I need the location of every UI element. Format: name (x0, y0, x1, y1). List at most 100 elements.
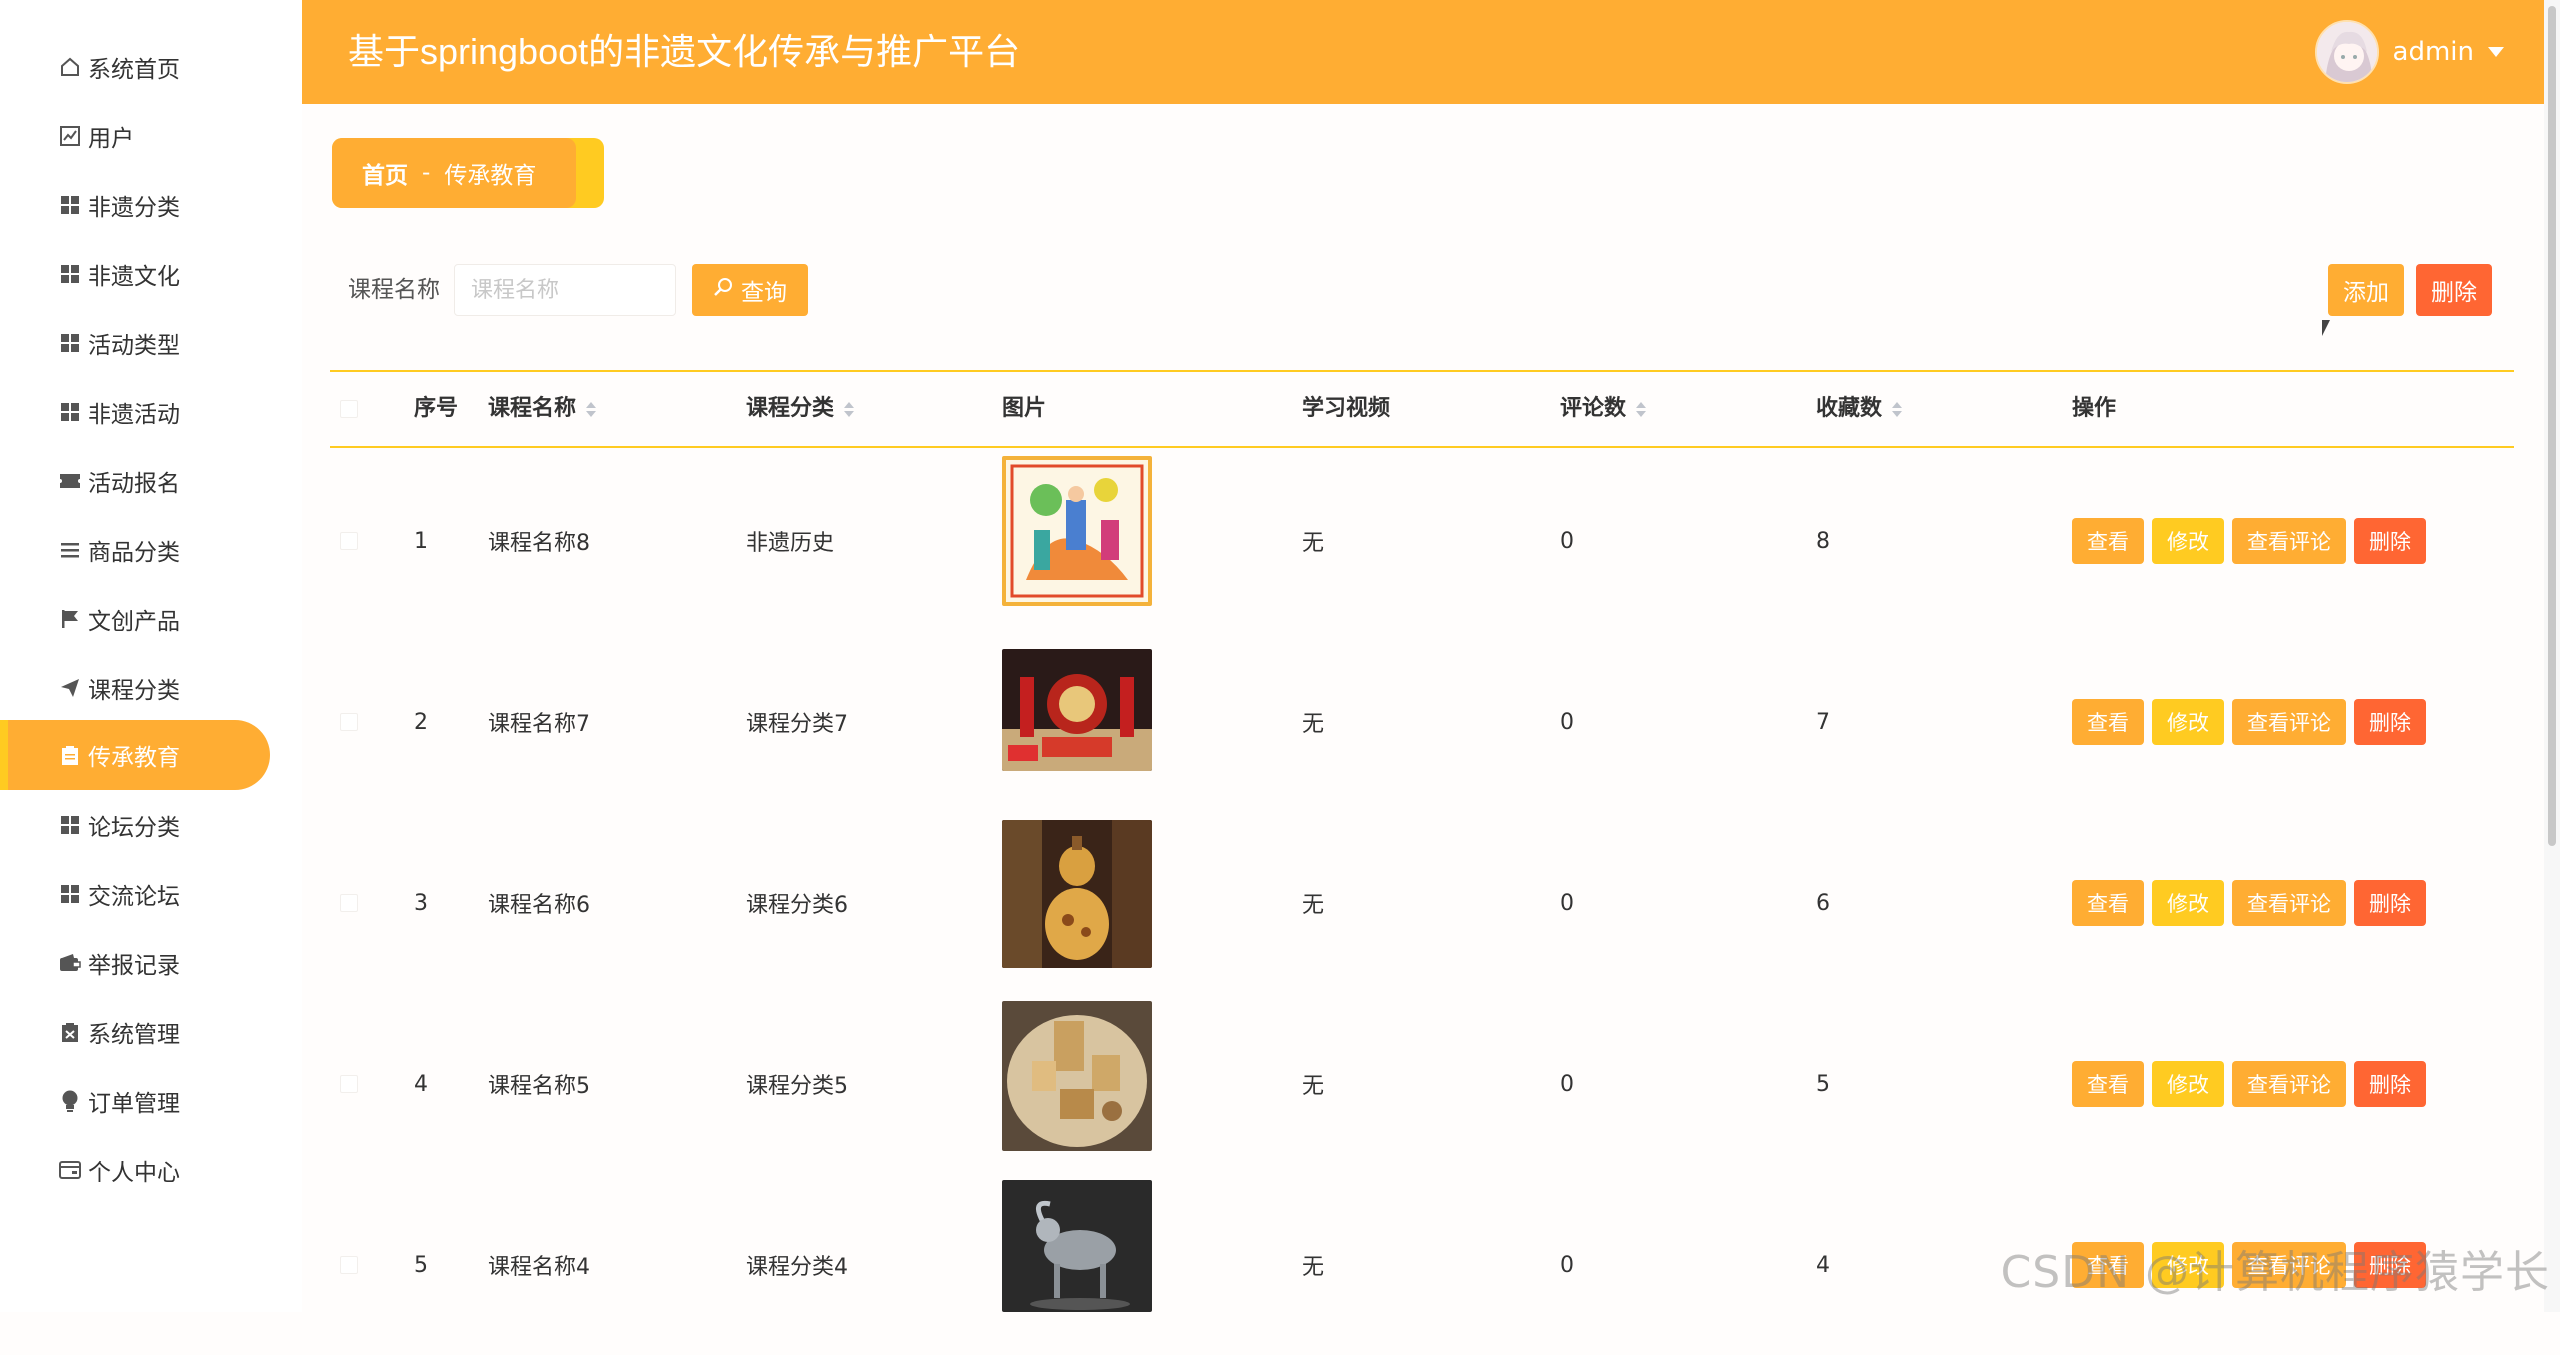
grid-icon (58, 882, 82, 906)
sidebar-item-activity-signup[interactable]: 活动报名 (0, 446, 270, 516)
column-header-image: 图片 (1002, 372, 1046, 446)
course-image[interactable] (1002, 649, 1152, 771)
sidebar-item-goods-category[interactable]: 商品分类 (0, 515, 270, 585)
course-image[interactable] (1002, 456, 1152, 606)
cell-name: 课程名称4 (488, 1250, 590, 1280)
view-button[interactable]: 查看 (2072, 880, 2144, 926)
clipboard-x-icon (58, 1020, 82, 1044)
row-checkbox[interactable] (340, 1256, 358, 1274)
sidebar-item-system-management[interactable]: 系统管理 (0, 997, 270, 1067)
cell-favorites: 6 (1816, 888, 1830, 918)
cell-video: 无 (1302, 1069, 1324, 1099)
user-menu[interactable]: admin (2315, 18, 2504, 86)
cell-name: 课程名称6 (488, 888, 590, 918)
row-actions: 查看 修改 查看评论 删除 (2072, 518, 2426, 564)
sidebar-item-creative-products[interactable]: 文创产品 (0, 584, 270, 654)
sidebar-item-heritage-category[interactable]: 非遗分类 (0, 170, 270, 240)
table-row: 4 课程名称5 课程分类5 无 0 5 查看 修改 查看评论 删除 (330, 993, 2514, 1174)
table-row: 1 课程名称8 非遗历史 无 0 8 查看 修改 查看评论 删除 (330, 450, 2514, 631)
view-button[interactable]: 查看 (2072, 699, 2144, 745)
sidebar-item-personal-center[interactable]: 个人中心 (0, 1135, 270, 1205)
sidebar-item-order-management[interactable]: 订单管理 (0, 1066, 270, 1136)
grid-icon (58, 193, 82, 217)
avatar (2315, 20, 2379, 84)
sidebar-item-heritage-culture[interactable]: 非遗文化 (0, 239, 270, 309)
row-checkbox[interactable] (340, 894, 358, 912)
cell-name: 课程名称8 (488, 526, 590, 556)
cell-name: 课程名称5 (488, 1069, 590, 1099)
sidebar-item-label: 系统管理 (88, 1015, 180, 1049)
sidebar-item-label: 交流论坛 (88, 877, 180, 911)
scrollbar-thumb[interactable] (2548, 6, 2556, 846)
username: admin (2393, 37, 2474, 67)
search-button-label: 查询 (741, 273, 787, 307)
cell-comments: 0 (1560, 526, 1574, 556)
sidebar-item-heritage-activity[interactable]: 非遗活动 (0, 377, 270, 447)
delete-button[interactable]: 删除 (2354, 880, 2426, 926)
sidebar-item-label: 活动类型 (88, 326, 180, 360)
cell-comments: 0 (1560, 1069, 1574, 1099)
add-button[interactable]: 添加 (2328, 264, 2404, 316)
sidebar-item-label: 活动报名 (88, 464, 180, 498)
sidebar-item-forum[interactable]: 交流论坛 (0, 859, 270, 929)
view-comments-button[interactable]: 查看评论 (2232, 699, 2346, 745)
row-checkbox[interactable] (340, 1075, 358, 1093)
home-icon (58, 55, 82, 79)
sidebar-item-home[interactable]: 系统首页 (0, 32, 270, 102)
course-image[interactable] (1002, 1001, 1152, 1151)
sidebar-item-heritage-education[interactable]: 传承教育 (0, 720, 270, 790)
edit-button[interactable]: 修改 (2152, 1061, 2224, 1107)
column-header-category[interactable]: 课程分类 (746, 372, 854, 446)
sidebar-item-course-category[interactable]: 课程分类 (0, 653, 270, 723)
sort-icon[interactable] (1636, 402, 1646, 417)
sidebar-item-users[interactable]: 用户 (0, 101, 270, 171)
delete-button[interactable]: 删除 (2354, 518, 2426, 564)
row-actions: 查看 修改 查看评论 删除 (2072, 699, 2426, 745)
cell-index: 4 (414, 1069, 428, 1099)
sidebar-item-label: 传承教育 (88, 738, 180, 772)
wallet-icon (58, 951, 82, 975)
sort-icon[interactable] (586, 402, 596, 417)
sidebar-item-label: 用户 (88, 119, 134, 153)
sidebar-item-label: 系统首页 (88, 50, 180, 84)
batch-delete-button[interactable]: 删除 (2416, 264, 2492, 316)
sort-icon[interactable] (1892, 402, 1902, 417)
view-comments-button[interactable]: 查看评论 (2232, 1061, 2346, 1107)
view-comments-button[interactable]: 查看评论 (2232, 518, 2346, 564)
view-comments-button[interactable]: 查看评论 (2232, 880, 2346, 926)
course-table: 序号 课程名称 课程分类 图片 学习视频 评论数 收藏数 操作 1 课程名称8 … (330, 370, 2514, 448)
chart-icon (58, 124, 82, 148)
cell-video: 无 (1302, 888, 1324, 918)
delete-button[interactable]: 删除 (2354, 699, 2426, 745)
cell-category: 课程分类5 (746, 1069, 848, 1099)
course-image[interactable] (1002, 820, 1152, 968)
row-checkbox[interactable] (340, 713, 358, 731)
sidebar-item-report-records[interactable]: 举报记录 (0, 928, 270, 998)
sidebar-item-forum-category[interactable]: 论坛分类 (0, 790, 270, 860)
sort-icon[interactable] (844, 402, 854, 417)
breadcrumb-home[interactable]: 首页 (362, 156, 408, 190)
edit-button[interactable]: 修改 (2152, 518, 2224, 564)
column-header-favorites[interactable]: 收藏数 (1816, 372, 1902, 446)
cell-category: 课程分类7 (746, 707, 848, 737)
column-header-comments[interactable]: 评论数 (1560, 372, 1646, 446)
sidebar-item-label: 订单管理 (88, 1084, 180, 1118)
search-button[interactable]: 查询 (692, 264, 808, 316)
sidebar-item-activity-type[interactable]: 活动类型 (0, 308, 270, 378)
view-button[interactable]: 查看 (2072, 518, 2144, 564)
column-header-name[interactable]: 课程名称 (488, 372, 596, 446)
watermark: CSDN @计算机程序猿学长 (2001, 1236, 2550, 1300)
table-row: 3 课程名称6 课程分类6 无 0 6 查看 修改 查看评论 删除 (330, 812, 2514, 993)
scrollbar[interactable] (2544, 0, 2560, 1312)
edit-button[interactable]: 修改 (2152, 880, 2224, 926)
delete-button[interactable]: 删除 (2354, 1061, 2426, 1107)
breadcrumb-separator: - (422, 160, 430, 186)
bulb-icon (58, 1089, 82, 1113)
search-input[interactable] (454, 264, 676, 316)
course-image[interactable] (1002, 1180, 1152, 1312)
row-checkbox[interactable] (340, 532, 358, 550)
edit-button[interactable]: 修改 (2152, 699, 2224, 745)
search-icon (713, 277, 733, 303)
view-button[interactable]: 查看 (2072, 1061, 2144, 1107)
select-all-checkbox[interactable] (340, 400, 358, 418)
